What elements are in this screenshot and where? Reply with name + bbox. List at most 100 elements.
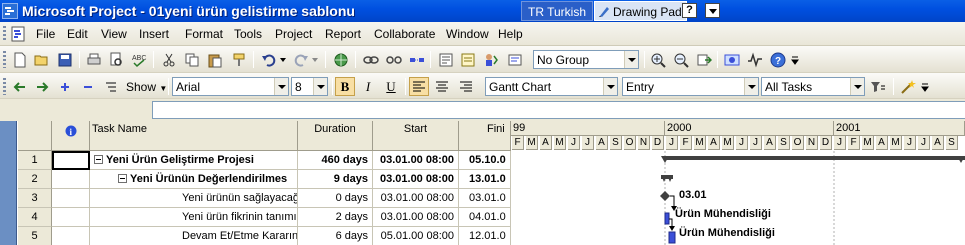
font-size-combo[interactable]: 8	[291, 77, 328, 96]
duration-header[interactable]: Duration	[298, 121, 373, 151]
language-indicator[interactable]: TR Turkish	[521, 1, 594, 21]
task-name-cell[interactable]: Yeni Ürünün Değerlendirilmes	[90, 170, 298, 189]
underline-button[interactable]: U	[381, 77, 401, 96]
start-cell[interactable]: 03.01.00 08:00	[373, 151, 459, 170]
unlink-tasks-icon[interactable]	[384, 50, 404, 69]
indicator-cell[interactable]	[52, 189, 90, 208]
scroll-to-task-icon[interactable]	[694, 50, 714, 69]
undo-icon[interactable]	[259, 50, 279, 69]
publish-icon[interactable]	[505, 50, 525, 69]
row-id[interactable]: 1	[18, 151, 52, 170]
arrow-left-icon[interactable]	[10, 77, 30, 96]
chevron-down-icon[interactable]	[313, 78, 327, 95]
bold-button[interactable]: B	[335, 77, 355, 96]
task-information-icon[interactable]	[436, 50, 456, 69]
menu-insert[interactable]: Insert	[139, 27, 169, 41]
dependency-arrow[interactable]	[669, 226, 675, 231]
view-bar[interactable]	[0, 121, 17, 245]
project-app-icon[interactable]	[2, 3, 18, 19]
print-preview-icon[interactable]	[106, 50, 126, 69]
row-id[interactable]: 3	[18, 189, 52, 208]
finish-cell[interactable]: 05.10.0	[459, 151, 511, 170]
spelling-icon[interactable]: ABC	[129, 50, 149, 69]
select-all-corner[interactable]	[18, 121, 52, 151]
menu-project[interactable]: Project	[275, 27, 312, 41]
menu-view[interactable]: View	[101, 27, 127, 41]
finish-header[interactable]: Fini	[459, 121, 511, 151]
finish-cell[interactable]: 12.01.0	[459, 227, 511, 245]
open-icon[interactable]	[32, 50, 52, 69]
toolbar-options-icon[interactable]	[790, 50, 800, 69]
start-header[interactable]: Start	[373, 121, 459, 151]
milestone-marker[interactable]	[660, 191, 670, 201]
link-tasks-icon[interactable]	[361, 50, 381, 69]
filter-combo[interactable]: All Tasks	[761, 77, 865, 96]
task-name-cell[interactable]: Yeni ürünün sağlayacağı firs	[90, 189, 298, 208]
task-bar[interactable]	[668, 231, 676, 244]
duration-cell[interactable]: 2 days	[298, 208, 373, 227]
group-by-combo[interactable]: No Group	[533, 50, 639, 69]
menu-file[interactable]: File	[36, 27, 55, 41]
menu-collaborate[interactable]: Collaborate	[374, 27, 435, 41]
chevron-down-icon[interactable]	[274, 78, 288, 95]
toolbar-grip[interactable]	[3, 51, 6, 68]
chevron-down-icon[interactable]	[850, 78, 864, 95]
entry-field[interactable]	[152, 101, 965, 119]
task-name-header[interactable]: Task Name	[90, 121, 298, 151]
menu-grip[interactable]	[3, 26, 6, 42]
arrow-right-icon[interactable]	[32, 77, 52, 96]
options-dropdown-button[interactable]	[705, 3, 720, 18]
help-circle-icon[interactable]: ?	[768, 50, 788, 69]
indicator-cell[interactable]	[52, 208, 90, 227]
zoom-in-icon[interactable]	[648, 50, 668, 69]
document-menu-icon[interactable]	[10, 26, 26, 42]
redo-icon[interactable]	[291, 50, 311, 69]
menu-report[interactable]: Report	[325, 27, 361, 41]
assign-resources-icon[interactable]	[481, 50, 501, 69]
row-id[interactable]: 4	[18, 208, 52, 227]
finish-cell[interactable]: 13.01.0	[459, 170, 511, 189]
paste-icon[interactable]	[205, 50, 225, 69]
duration-cell[interactable]: 6 days	[298, 227, 373, 245]
indicator-cell[interactable]	[52, 151, 90, 170]
cut-icon[interactable]	[159, 50, 179, 69]
align-right-icon[interactable]	[456, 77, 476, 96]
insert-hyperlink-globe-icon[interactable]	[331, 50, 351, 69]
menu-edit[interactable]: Edit	[67, 27, 88, 41]
task-bar[interactable]	[664, 212, 670, 225]
duration-cell[interactable]: 9 days	[298, 170, 373, 189]
show-outline-icon[interactable]	[101, 77, 121, 96]
chevron-down-icon[interactable]	[744, 78, 758, 95]
save-icon[interactable]	[55, 50, 75, 69]
menu-window[interactable]: Window	[446, 27, 489, 41]
collapse-icon[interactable]	[118, 174, 127, 183]
task-name-cell[interactable]: Devam Et/Etme Kararının ver	[90, 227, 298, 245]
view-combo[interactable]: Gantt Chart	[485, 77, 618, 96]
start-cell[interactable]: 03.01.00 08:00	[373, 170, 459, 189]
task-name-cell[interactable]: Yeni Ürün Geliştirme Projesi	[90, 151, 298, 170]
duration-cell[interactable]: 0 days	[298, 189, 373, 208]
zoom-out-icon[interactable]	[671, 50, 691, 69]
toolbar-grip[interactable]	[3, 78, 6, 95]
summary-bar[interactable]	[665, 156, 965, 160]
table-combo[interactable]: Entry	[622, 77, 759, 96]
redo-dropdown-icon[interactable]	[311, 50, 319, 69]
duration-cell[interactable]: 460 days	[298, 151, 373, 170]
menu-format[interactable]: Format	[185, 27, 223, 41]
plus-icon[interactable]	[55, 77, 75, 96]
copy-picture-icon[interactable]	[722, 50, 742, 69]
finish-cell[interactable]: 03.01.0	[459, 189, 511, 208]
task-notes-icon[interactable]	[458, 50, 478, 69]
show-dropdown[interactable]: Show ▼	[126, 80, 167, 94]
start-cell[interactable]: 05.01.00 08:00	[373, 227, 459, 245]
indicators-header[interactable]: i	[52, 121, 90, 151]
start-cell[interactable]: 03.01.00 08:00	[373, 208, 459, 227]
align-left-icon[interactable]	[409, 77, 429, 96]
project-statistics-icon[interactable]	[745, 50, 765, 69]
gantt-chart-wizard-icon[interactable]	[898, 77, 918, 96]
align-center-icon[interactable]	[432, 77, 452, 96]
task-name-cell[interactable]: Yeni ürün fikrinin tanımı	[90, 208, 298, 227]
menu-help[interactable]: Help	[498, 27, 523, 41]
row-id[interactable]: 2	[18, 170, 52, 189]
autofilter-icon[interactable]	[868, 77, 888, 96]
